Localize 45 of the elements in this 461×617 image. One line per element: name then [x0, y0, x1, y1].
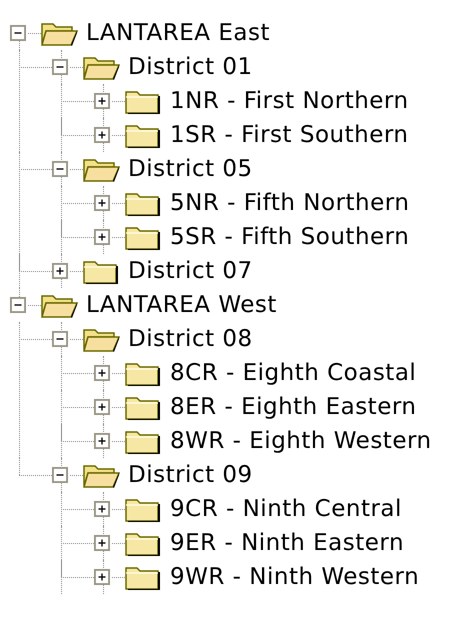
tree-item-label[interactable]: 5SR - Fifth Southern	[170, 224, 410, 250]
tree-item-label[interactable]: 8ER - Eighth Eastern	[170, 394, 416, 420]
folder-icon	[125, 122, 162, 148]
tree-item-label[interactable]: District 07	[128, 258, 253, 284]
tree-item-label[interactable]: 8WR - Eighth Western	[170, 428, 432, 454]
tree-item-label[interactable]: 9WR - Ninth Western	[170, 564, 420, 590]
folder-icon	[125, 224, 162, 250]
collapse-icon[interactable]	[52, 161, 68, 177]
expand-icon[interactable]	[94, 195, 110, 211]
tree-item-label[interactable]: District 08	[128, 326, 253, 352]
tree-item-label[interactable]: District 01	[128, 54, 253, 80]
tree-item-label[interactable]: 9ER - Ninth Eastern	[170, 530, 404, 556]
expand-icon[interactable]	[94, 127, 110, 143]
folder-icon	[125, 360, 162, 386]
collapse-icon[interactable]	[10, 25, 26, 41]
folder-icon	[125, 190, 162, 216]
tree-item-label[interactable]: District 09	[128, 462, 253, 488]
folder-icon	[125, 88, 162, 114]
collapse-icon[interactable]	[52, 331, 68, 347]
expand-icon[interactable]	[94, 433, 110, 449]
expand-icon[interactable]	[94, 569, 110, 585]
folder-icon	[125, 496, 162, 522]
expand-icon[interactable]	[94, 229, 110, 245]
tree-item-label[interactable]: LANTAREA East	[86, 20, 270, 46]
tree-item-label[interactable]: 9CR - Ninth Central	[170, 496, 402, 522]
collapse-icon[interactable]	[52, 59, 68, 75]
expand-icon[interactable]	[94, 365, 110, 381]
tree-item-label[interactable]: 1NR - First Northern	[170, 88, 409, 114]
expand-icon[interactable]	[94, 399, 110, 415]
tree-item-label[interactable]: LANTAREA West	[86, 292, 277, 318]
expand-icon[interactable]	[94, 535, 110, 551]
collapse-icon[interactable]	[10, 297, 26, 313]
collapse-icon[interactable]	[52, 467, 68, 483]
folder-icon	[125, 564, 162, 590]
tree-item-label[interactable]: 5NR - Fifth Northern	[170, 190, 410, 216]
tree-item-label[interactable]: 1SR - First Southern	[170, 122, 408, 148]
folder-icon	[125, 394, 162, 420]
folder-icon	[83, 258, 120, 284]
expand-icon[interactable]	[94, 501, 110, 517]
tree-item-label[interactable]: 8CR - Eighth Coastal	[170, 360, 416, 386]
folder-icon	[125, 530, 162, 556]
expand-icon[interactable]	[94, 93, 110, 109]
folder-icon	[125, 428, 162, 454]
expand-icon[interactable]	[52, 263, 68, 279]
tree-item-label[interactable]: District 05	[128, 156, 253, 182]
